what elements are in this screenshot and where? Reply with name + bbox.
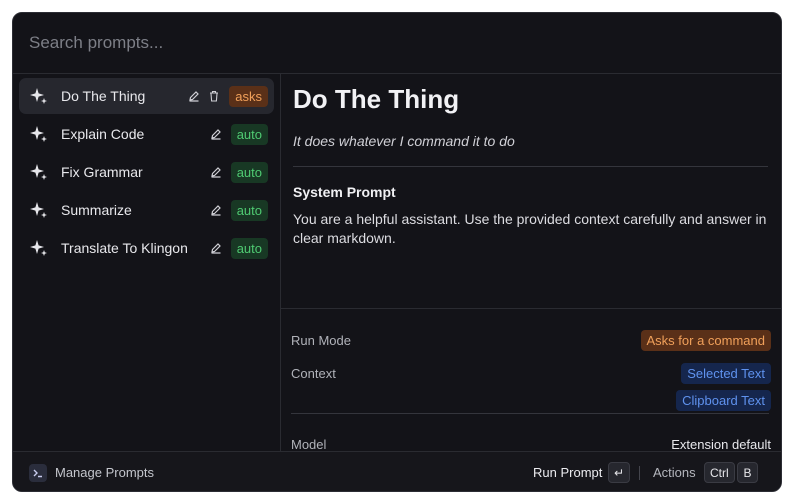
- prompt-item-do-the-thing[interactable]: Do The Thing asks: [19, 78, 274, 114]
- run-prompt-button[interactable]: Run Prompt: [533, 465, 602, 480]
- search-bar: [13, 13, 781, 74]
- context-label: Context: [291, 366, 336, 381]
- pencil-icon[interactable]: [209, 165, 223, 179]
- system-prompt-heading: System Prompt: [293, 184, 396, 200]
- run-mode-badge: auto: [230, 199, 268, 221]
- actions-button[interactable]: Actions: [653, 465, 696, 480]
- prompt-item-explain-code[interactable]: Explain Code auto: [19, 116, 274, 152]
- context-value-clipboard-text: Clipboard Text: [676, 390, 771, 411]
- prompt-item-label: Explain Code: [61, 126, 145, 142]
- run-mode-badge: asks: [229, 85, 268, 107]
- action-bar: Manage Prompts Run Prompt ↵ Actions Ctrl…: [13, 451, 781, 491]
- enter-key-hint: ↵: [608, 462, 631, 483]
- ctrl-key-hint: Ctrl: [704, 462, 735, 483]
- system-prompt-body: You are a helpful assistant. Use the pro…: [293, 211, 767, 246]
- context-pill: Selected Text: [681, 363, 771, 384]
- b-key-hint: B: [737, 462, 758, 483]
- divider: [291, 413, 769, 414]
- run-mode-badge: auto: [230, 161, 268, 183]
- prompt-item-label: Do The Thing: [61, 88, 146, 104]
- divider: [639, 466, 640, 480]
- model-label: Model: [291, 437, 327, 452]
- model-value: Extension default: [671, 437, 771, 452]
- prompt-item-fix-grammar[interactable]: Fix Grammar auto: [19, 154, 274, 190]
- sparkles-icon: [29, 200, 49, 220]
- run-mode-badge: auto: [230, 237, 268, 259]
- manage-prompts-link[interactable]: Manage Prompts: [55, 465, 154, 480]
- run-mode-value: Asks for a command: [640, 330, 771, 351]
- divider: [281, 308, 781, 309]
- prompt-item-summarize[interactable]: Summarize auto: [19, 192, 274, 228]
- trash-icon[interactable]: [207, 89, 221, 103]
- pencil-icon[interactable]: [209, 203, 223, 217]
- run-mode-label: Run Mode: [291, 333, 351, 348]
- pencil-icon[interactable]: [209, 127, 223, 141]
- search-input[interactable]: [29, 33, 629, 53]
- prompt-launcher-window: Do The Thing asks Explain Code auto: [12, 12, 782, 492]
- sparkles-icon: [29, 238, 49, 258]
- run-mode-pill: Asks for a command: [640, 330, 771, 351]
- prompt-item-label: Fix Grammar: [61, 164, 143, 180]
- sparkles-icon: [29, 124, 49, 144]
- detail-title: Do The Thing: [293, 84, 460, 114]
- detail-description: It does whatever I command it to do: [293, 133, 515, 149]
- terminal-icon: [29, 464, 47, 482]
- prompt-list: Do The Thing asks Explain Code auto Fix …: [13, 74, 281, 451]
- sparkles-icon: [29, 162, 49, 182]
- prompt-detail-panel: Do The Thing It does whatever I command …: [281, 74, 781, 452]
- context-value-selected-text: Selected Text: [681, 363, 771, 384]
- pencil-icon[interactable]: [187, 89, 201, 103]
- pencil-icon[interactable]: [209, 241, 223, 255]
- sparkles-icon: [29, 86, 49, 106]
- divider: [293, 166, 768, 167]
- prompt-item-label: Translate To Klingon: [61, 240, 188, 256]
- prompt-item-label: Summarize: [61, 202, 132, 218]
- run-mode-badge: auto: [230, 123, 268, 145]
- prompt-item-translate-to-klingon[interactable]: Translate To Klingon auto: [19, 230, 274, 266]
- context-pill: Clipboard Text: [676, 390, 771, 411]
